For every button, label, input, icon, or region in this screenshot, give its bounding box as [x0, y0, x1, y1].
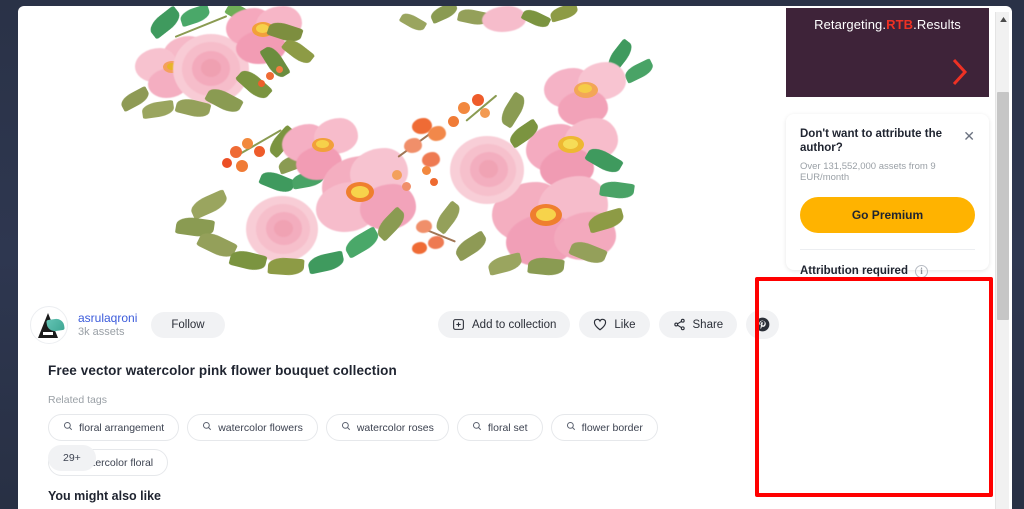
avatar[interactable] — [30, 306, 68, 344]
pinterest-share-button[interactable] — [746, 310, 780, 339]
search-icon — [566, 421, 576, 434]
scrollbar-thumb[interactable] — [997, 92, 1009, 320]
info-icon[interactable]: i — [914, 264, 928, 278]
watercolor-floral-illustration — [30, 6, 693, 294]
tag-floral-arrangement[interactable]: floral arrangement — [48, 414, 180, 441]
divider — [800, 248, 975, 250]
ad-text-before: Retargeting. — [814, 17, 887, 32]
ad-banner-text: Retargeting.RTB.Results — [786, 17, 989, 32]
ad-banner[interactable]: Retargeting.RTB.Results — [786, 8, 989, 97]
tag-label: floral arrangement — [79, 421, 165, 434]
heart-icon — [593, 318, 607, 331]
author-name[interactable]: asrulaqroni — [78, 311, 137, 326]
attribution-card-title: Don't want to attribute the author? — [800, 128, 942, 154]
attribution-card-header: Don't want to attribute the author? ✕ — [800, 128, 975, 156]
follow-button[interactable]: Follow — [151, 312, 225, 338]
tag-watercolor-flowers[interactable]: watercolor flowers — [187, 414, 318, 441]
tag-label: watercolor flowers — [218, 421, 303, 434]
asset-preview-image[interactable] — [30, 6, 693, 294]
author-meta: asrulaqroni 3k assets — [78, 311, 137, 340]
tag-label: flower border — [581, 421, 643, 434]
like-button[interactable]: Like — [579, 311, 650, 338]
browser-content-panel: asrulaqroni 3k assets Follow Add to coll… — [18, 6, 1012, 509]
author-asset-count: 3k assets — [78, 325, 125, 338]
add-to-collection-label: Add to collection — [472, 318, 557, 331]
ad-text-highlight: RTB — [886, 17, 914, 32]
related-tags-list: floral arrangement watercolor flowers wa… — [48, 414, 738, 476]
attribution-card-subtitle: Over 131,552,000 assets from 9 EUR/month — [800, 160, 936, 183]
attribution-required-row: Attribution required i — [800, 264, 975, 278]
ad-text-after: .Results — [913, 17, 961, 32]
attribution-required-label: Attribution required — [800, 265, 908, 278]
share-button[interactable]: Share — [658, 311, 738, 338]
more-tags-wrapper: 29+ — [48, 445, 96, 471]
pinterest-icon — [755, 317, 770, 332]
add-to-collection-button[interactable]: Add to collection — [438, 311, 571, 338]
page-title: Free vector watercolor pink flower bouqu… — [48, 363, 397, 378]
tag-flower-border[interactable]: flower border — [550, 414, 658, 441]
go-premium-button[interactable]: Go Premium — [800, 196, 975, 233]
add-to-collection-icon — [452, 318, 465, 331]
close-icon[interactable]: ✕ — [963, 129, 975, 143]
asset-actions: Add to collection Like Share — [438, 310, 780, 339]
search-icon — [63, 421, 73, 434]
chevron-right-icon[interactable] — [951, 57, 969, 87]
tag-floral-set[interactable]: floral set — [456, 414, 543, 441]
more-tags-button[interactable]: 29+ — [48, 445, 96, 471]
search-icon — [202, 421, 212, 434]
tag-label: watercolor roses — [356, 421, 434, 434]
attribution-card: Don't want to attribute the author? ✕ Ov… — [786, 114, 989, 278]
like-label: Like — [614, 318, 636, 331]
share-icon — [673, 318, 686, 331]
vertical-scrollbar[interactable] — [995, 12, 1009, 509]
share-label: Share — [692, 318, 724, 331]
tag-label: floral set — [487, 421, 528, 434]
search-icon — [472, 421, 482, 434]
search-icon — [341, 421, 351, 434]
related-tags-label: Related tags — [48, 394, 107, 406]
scroll-up-arrow-icon[interactable] — [996, 12, 1010, 26]
tag-watercolor-roses[interactable]: watercolor roses — [325, 414, 449, 441]
suggestions-heading: You might also like — [48, 489, 161, 503]
